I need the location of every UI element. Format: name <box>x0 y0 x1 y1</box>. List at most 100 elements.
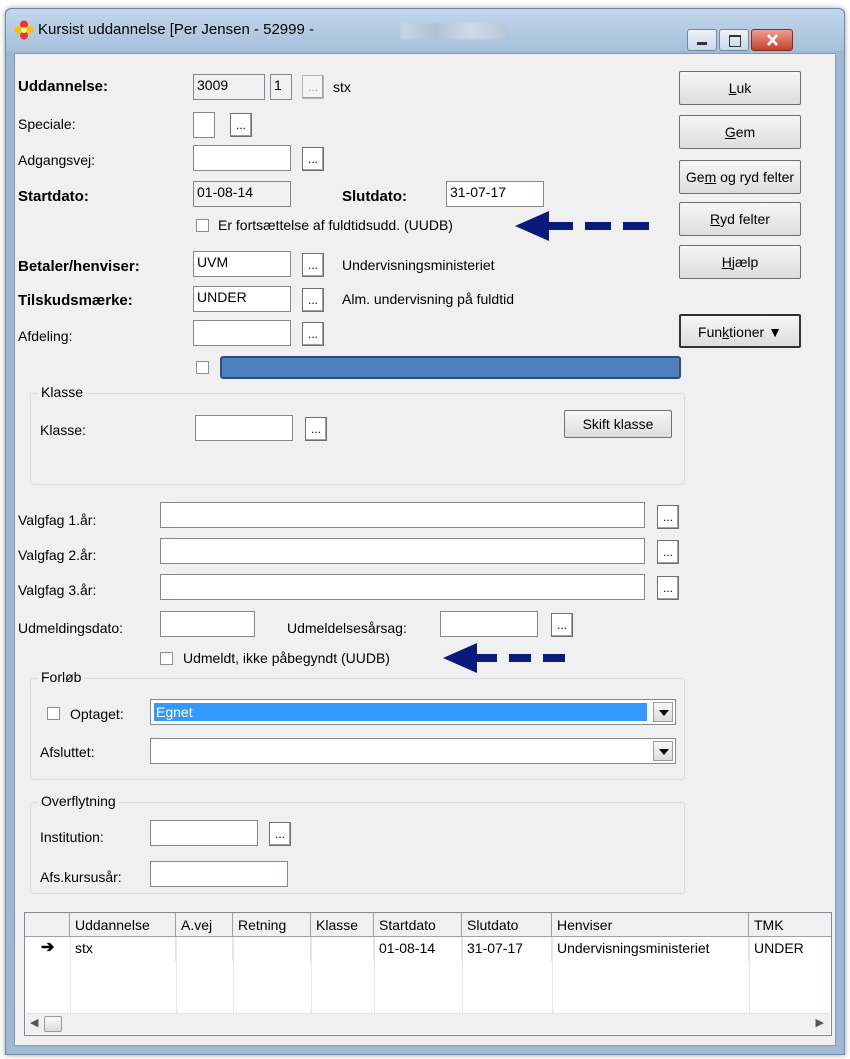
skift-klasse-button[interactable]: Skift klasse <box>564 410 672 438</box>
valgfag1-field[interactable] <box>160 502 645 528</box>
betaler-field[interactable]: UVM <box>193 251 291 277</box>
speciale-label: Speciale: <box>18 116 76 132</box>
udmeldingsdato-field[interactable] <box>160 611 255 637</box>
uddannelse-label: Uddannelse: <box>18 78 109 95</box>
uddannelse-num-field[interactable]: 1 <box>270 74 292 100</box>
adgangsvej-lookup-button[interactable]: ... <box>302 147 324 171</box>
annotation-arrow-icon <box>443 643 565 673</box>
grid-cell-klasse[interactable] <box>311 937 374 961</box>
grid-header-avej[interactable]: A.vej <box>176 913 233 937</box>
valgfag2-field[interactable] <box>160 538 645 564</box>
klasse-group-title: Klasse <box>38 384 87 400</box>
scroll-left-icon[interactable]: ◀ <box>30 1016 38 1029</box>
speciale-lookup-button[interactable]: ... <box>230 113 252 137</box>
highlight-bar <box>220 356 681 379</box>
maximize-button[interactable] <box>719 29 749 51</box>
gem-og-ryd-button[interactable]: Gem og ryd felter <box>679 160 801 194</box>
fortsaettelse-label: Er fortsættelse af fuldtidsudd. (UUDB) <box>218 217 453 233</box>
adgangsvej-label: Adgangsvej: <box>18 152 96 168</box>
valgfag3-field[interactable] <box>160 574 645 600</box>
grid-cell-retning[interactable] <box>233 937 311 961</box>
chevron-down-icon[interactable] <box>653 702 673 722</box>
afdeling-field[interactable] <box>193 320 291 346</box>
afsluttet-select[interactable] <box>150 738 676 764</box>
afsluttet-label: Afsluttet: <box>40 744 95 760</box>
afskursusaar-label: Afs.kursusår: <box>40 869 122 885</box>
grid-header-uddannelse[interactable]: Uddannelse <box>70 913 176 937</box>
institution-field[interactable] <box>150 820 258 846</box>
betaler-lookup-button[interactable]: ... <box>302 253 324 277</box>
grid-cell-slutdato[interactable]: 31-07-17 <box>462 937 552 961</box>
tilskud-field[interactable]: UNDER <box>193 286 291 312</box>
afdeling-lookup-button[interactable]: ... <box>302 322 324 346</box>
funktioner-button[interactable]: Funktioner ▼ <box>679 314 801 348</box>
minimize-icon <box>697 42 707 45</box>
grid-header-retning[interactable]: Retning <box>233 913 311 937</box>
annotation-arrow-icon <box>515 211 649 241</box>
grid-header-slutdato[interactable]: Slutdato <box>462 913 552 937</box>
slutdato-field[interactable]: 31-07-17 <box>446 181 544 207</box>
speciale-field[interactable] <box>193 112 215 138</box>
horizontal-scrollbar[interactable]: ◀ ▶ <box>26 1013 830 1034</box>
chevron-down-icon[interactable] <box>653 741 673 761</box>
luk-button[interactable]: Luk <box>679 71 801 105</box>
uddannelse-name: stx <box>333 79 351 95</box>
overflytning-group <box>30 802 685 894</box>
grid-header-klasse[interactable]: Klasse <box>311 913 374 937</box>
title-redacted-area <box>401 23 506 39</box>
udmeldingsdato-label: Udmeldingsdato: <box>18 620 124 636</box>
uddannelse-lookup-button[interactable]: ... <box>302 75 324 99</box>
window-title: Kursist uddannelse [Per Jensen - 52999 - <box>38 21 314 38</box>
close-icon <box>767 34 778 46</box>
valgfag3-label: Valgfag 3.år: <box>18 582 97 598</box>
klasse-lookup-button[interactable]: ... <box>305 417 327 441</box>
betaler-label: Betaler/henviser: <box>18 258 140 275</box>
grid-cell-tmk[interactable]: UNDER <box>749 937 831 961</box>
slutdato-label: Slutdato: <box>342 188 407 205</box>
dropdown-arrow-icon: ▼ <box>768 324 782 340</box>
udmeldt-checkbox[interactable] <box>160 652 173 665</box>
udmeldelsesaarsag-field[interactable] <box>440 611 538 637</box>
valgfag3-lookup-button[interactable]: ... <box>657 576 679 600</box>
scroll-right-icon[interactable]: ▶ <box>816 1016 824 1029</box>
fortsaettelse-checkbox[interactable] <box>196 219 209 232</box>
ryd-felter-button[interactable]: Ryd felter <box>679 202 801 236</box>
institution-label: Institution: <box>40 829 104 845</box>
grid-header-henviser[interactable]: Henviser <box>552 913 749 937</box>
overflytning-group-title: Overflytning <box>38 793 119 809</box>
scrollbar-thumb[interactable] <box>44 1016 62 1032</box>
startdato-field[interactable]: 01-08-14 <box>193 181 291 207</box>
optaget-select[interactable]: Egnet <box>150 699 676 725</box>
current-row-arrow-icon: ➔ <box>41 939 55 956</box>
udmeldelsesaarsag-lookup-button[interactable]: ... <box>551 613 573 637</box>
grid-cell-avej[interactable] <box>176 937 233 961</box>
afdeling-label: Afdeling: <box>18 328 73 344</box>
klasse-label: Klasse: <box>40 422 86 438</box>
forloeb-group <box>30 678 685 780</box>
close-button[interactable] <box>751 29 793 51</box>
grid-cell-startdato[interactable]: 01-08-14 <box>374 937 462 961</box>
institution-lookup-button[interactable]: ... <box>269 822 291 846</box>
grid-row-header-corner <box>25 913 70 937</box>
grid-cell-henviser[interactable]: Undervisningsministeriet <box>552 937 749 961</box>
education-grid[interactable]: Uddannelse A.vej Retning Klasse Startdat… <box>24 912 832 1036</box>
minimize-button[interactable] <box>687 29 717 51</box>
gem-button[interactable]: Gem <box>679 115 801 149</box>
valgfag2-label: Valgfag 2.år: <box>18 547 97 563</box>
grid-cell-uddannelse[interactable]: stx <box>70 937 176 961</box>
grid-header-startdato[interactable]: Startdato <box>374 913 462 937</box>
valgfag2-lookup-button[interactable]: ... <box>657 540 679 564</box>
klasse-field[interactable] <box>195 415 293 441</box>
afskursusaar-field[interactable] <box>150 861 288 887</box>
valgfag1-lookup-button[interactable]: ... <box>657 505 679 529</box>
uddannelse-code-field[interactable]: 3009 <box>193 74 265 100</box>
adgangsvej-field[interactable] <box>193 145 291 171</box>
optaget-selected-value: Egnet <box>154 703 647 721</box>
hjaelp-button[interactable]: Hjælp <box>679 245 801 279</box>
tilskud-label: Tilskudsmærke: <box>18 292 133 309</box>
tilskud-lookup-button[interactable]: ... <box>302 288 324 312</box>
udmeldt-label: Udmeldt, ikke påbegyndt (UUDB) <box>183 650 390 666</box>
grid-header-tmk[interactable]: TMK <box>749 913 831 937</box>
optaget-checkbox[interactable] <box>47 707 60 720</box>
extra-checkbox[interactable] <box>196 361 209 374</box>
